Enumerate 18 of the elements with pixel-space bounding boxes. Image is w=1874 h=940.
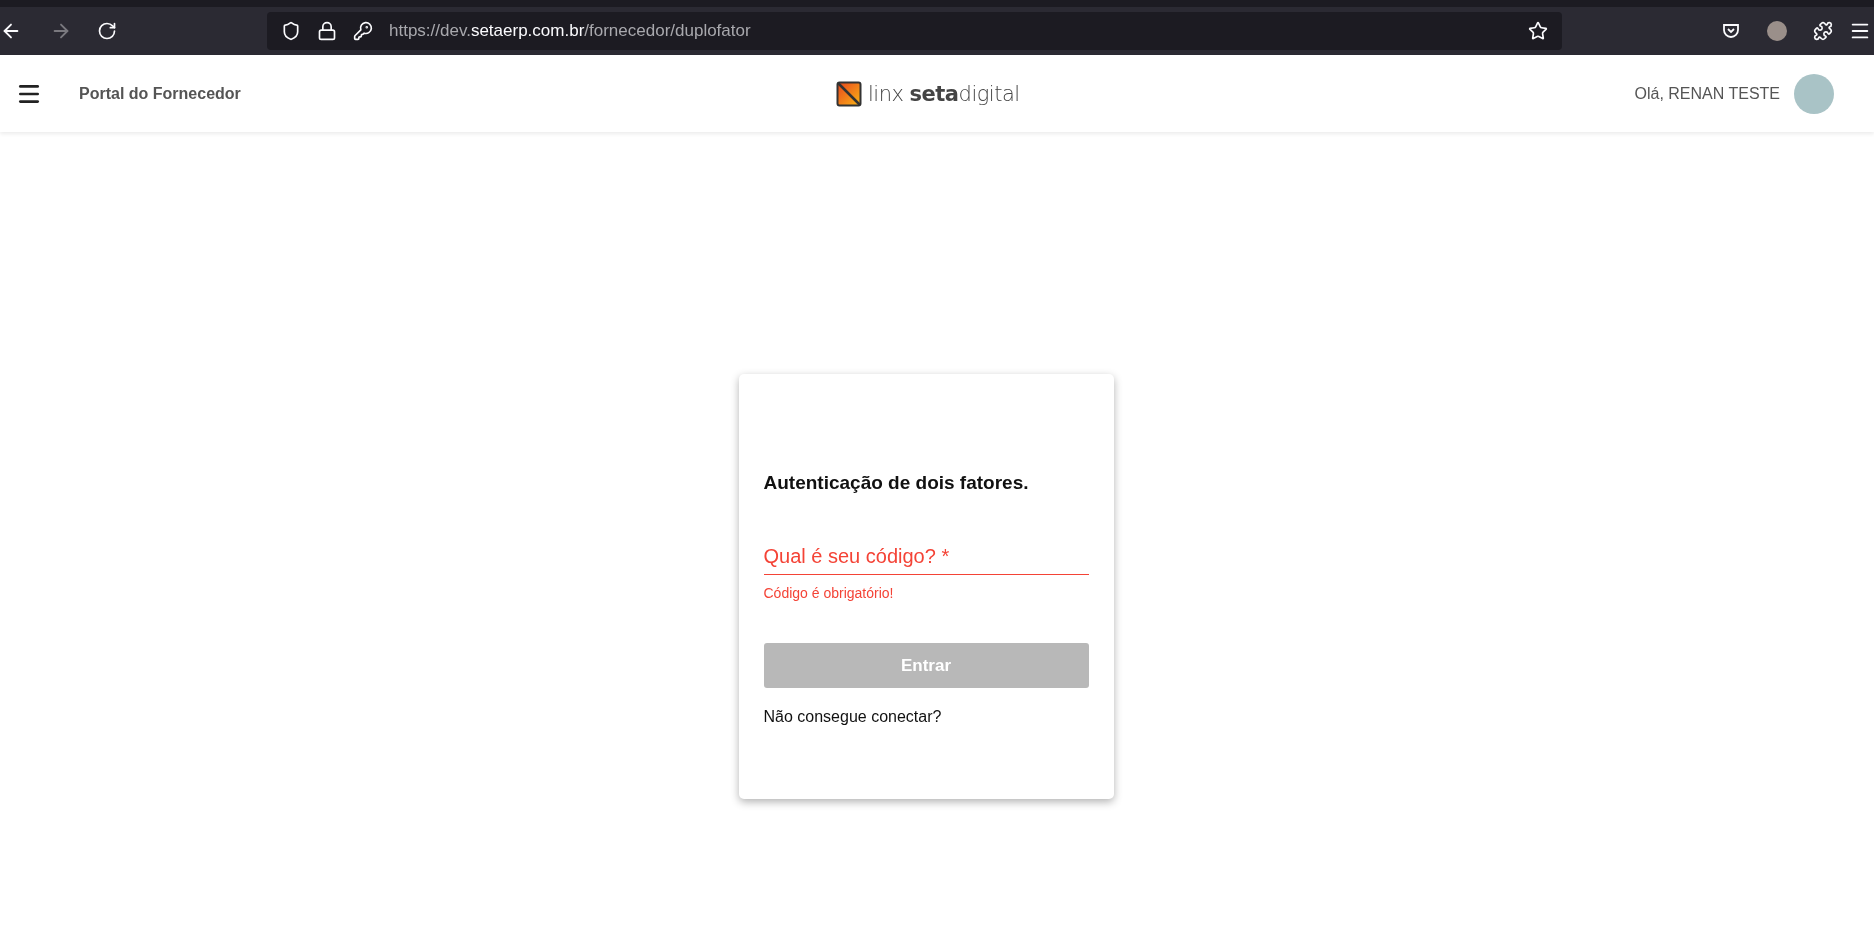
- puzzle-icon[interactable]: [1813, 21, 1833, 41]
- key-icon: [353, 21, 373, 41]
- logo-icon: [836, 80, 862, 107]
- pocket-icon[interactable]: [1721, 21, 1741, 41]
- shield-icon: [281, 21, 301, 41]
- error-message: Código é obrigatório!: [763, 585, 895, 601]
- reload-icon[interactable]: [97, 21, 117, 41]
- url-text: https://dev.setaerp.com.br/fornecedor/duplofator: [389, 21, 752, 41]
- address-bar[interactable]: https://dev.setaerp.com.br/fornecedor/duplofator: [267, 12, 1562, 50]
- help-link[interactable]: Não consegue conectar?: [763, 708, 942, 726]
- code-input-field[interactable]: Qual é seu código? *: [763, 545, 1089, 575]
- card-title: Autenticação de dois fatores.: [763, 472, 1030, 494]
- logo-text: linx setadigital: [868, 81, 1020, 106]
- profile-avatar-icon[interactable]: [1766, 20, 1788, 42]
- bookmark-star-icon[interactable]: [1528, 21, 1548, 41]
- lock-icon: [317, 21, 337, 41]
- user-greeting: Olá, RENAN TESTE: [1634, 84, 1780, 103]
- portal-title: Portal do Fornecedor: [79, 84, 241, 103]
